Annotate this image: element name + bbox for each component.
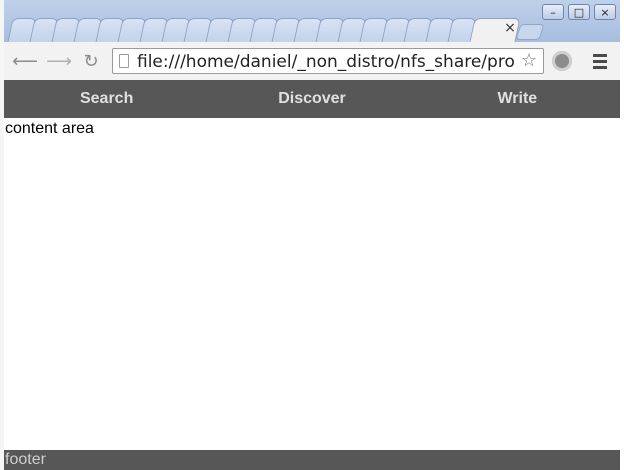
tab-strip: × – □ ×	[4, 0, 620, 42]
nav-link-search[interactable]: Search	[4, 90, 209, 108]
maximize-icon[interactable]: □	[568, 4, 590, 20]
new-tab-button[interactable]	[515, 24, 545, 40]
content-area: content area	[5, 120, 94, 137]
forward-arrow-icon[interactable]: ⟶	[46, 50, 72, 72]
browser-window: × – □ × ⟵ ⟶ ↻ file:///home/daniel/_non_d…	[4, 0, 620, 470]
minimize-icon[interactable]: –	[542, 4, 564, 20]
tabs	[7, 18, 521, 42]
tab-close-icon[interactable]: ×	[502, 20, 518, 36]
menu-icon[interactable]	[590, 51, 610, 71]
extension-icon[interactable]	[552, 51, 572, 71]
back-arrow-icon[interactable]: ⟵	[12, 50, 38, 72]
menu-icon-bar	[593, 65, 607, 69]
nav-link-write[interactable]: Write	[415, 90, 620, 108]
close-icon[interactable]: ×	[594, 4, 616, 20]
window-controls: – □ ×	[542, 4, 616, 22]
url-text[interactable]: file:///home/daniel/_non_distro/nfs_shar…	[137, 52, 517, 72]
page-viewport: Search Discover Write content area foote…	[4, 80, 620, 470]
reload-icon[interactable]: ↻	[80, 50, 102, 72]
menu-icon-bar	[593, 59, 607, 63]
site-navbar: Search Discover Write	[4, 80, 620, 118]
footer: footer	[4, 450, 620, 470]
page-icon	[119, 54, 129, 68]
menu-icon-bar	[593, 53, 607, 57]
star-icon[interactable]: ☆	[519, 51, 539, 71]
address-bar[interactable]: file:///home/daniel/_non_distro/nfs_shar…	[112, 48, 544, 74]
nav-link-discover[interactable]: Discover	[209, 90, 414, 108]
browser-toolbar: ⟵ ⟶ ↻ file:///home/daniel/_non_distro/nf…	[4, 42, 620, 81]
